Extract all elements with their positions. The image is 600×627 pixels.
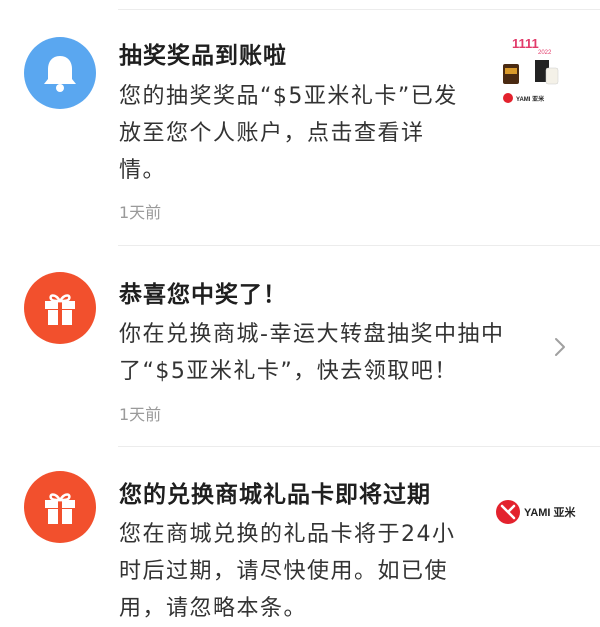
- brand-thumbnail[interactable]: YAMI 亚米: [494, 494, 578, 530]
- gift-icon: [24, 471, 96, 543]
- notification-body: 您在商城兑换的礼品卡将于24小 时后过期，请尽快使用。如已使 用，请忽略本条。: [119, 522, 456, 621]
- brand-text: YAMI 亚米: [516, 95, 544, 103]
- notification-body: 您的抽奖奖品“$5亚米礼卡”已发 放至您个人账户，点击查看详 情。: [119, 84, 458, 183]
- notification-title: 抽奖奖品到账啦: [119, 43, 287, 69]
- gift-icon: [24, 272, 96, 344]
- notification-timestamp: 1天前: [119, 405, 162, 424]
- brand-text: YAMI 亚米: [524, 505, 577, 519]
- notification-timestamp: 1天前: [119, 203, 162, 222]
- promo-thumbnail[interactable]: 1111 2022 YAMI 亚米: [498, 30, 564, 110]
- chevron-right-icon[interactable]: [553, 336, 567, 362]
- notification-body: 你在兑换商城-幸运大转盘抽奖中抽中 了“$5亚米礼卡”，快去领取吧！: [119, 322, 505, 384]
- notification-item-prize-arrived[interactable]: 抽奖奖品到账啦 您的抽奖奖品“$5亚米礼卡”已发 放至您个人账户，点击查看详 情…: [0, 0, 600, 245]
- badge-text: 1111: [512, 36, 539, 51]
- notification-item-won-prize[interactable]: 恭喜您中奖了！ 你在兑换商城-幸运大转盘抽奖中抽中 了“$5亚米礼卡”，快去领取…: [0, 246, 600, 446]
- badge-sub: 2022: [538, 50, 552, 56]
- notification-title: 您的兑换商城礼品卡即将过期: [119, 482, 431, 508]
- notification-title: 恭喜您中奖了！: [119, 282, 287, 308]
- bell-icon: [24, 37, 96, 109]
